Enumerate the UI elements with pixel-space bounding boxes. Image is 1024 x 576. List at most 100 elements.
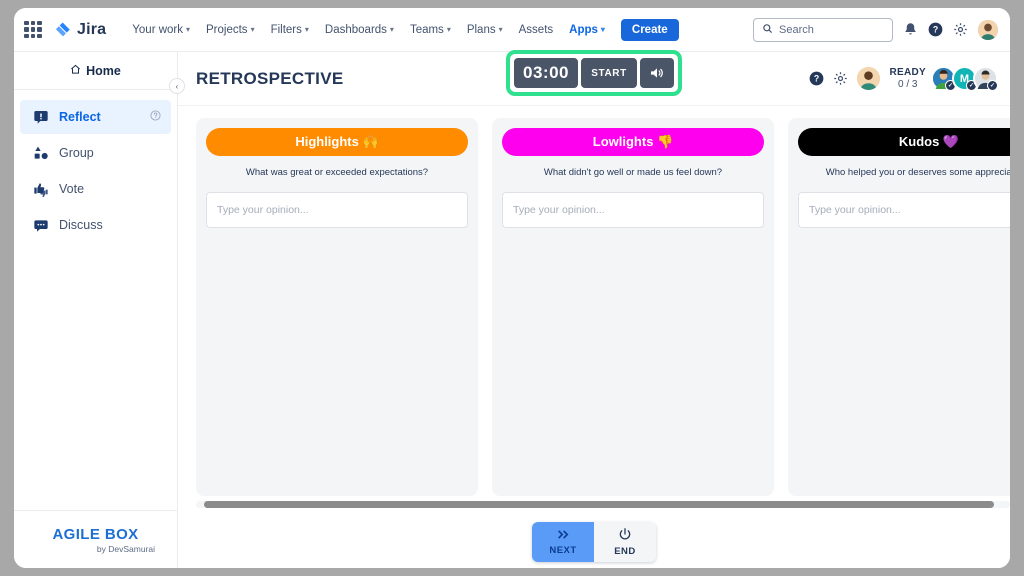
svg-text:?: ? xyxy=(933,25,938,35)
group-icon xyxy=(32,145,49,162)
sidebar-item-group[interactable]: Group xyxy=(20,136,171,170)
opinion-input-highlights[interactable]: Type your opinion... xyxy=(206,192,468,228)
retro-column-highlights: Highlights 🙌 What was great or exceeded … xyxy=(196,118,478,496)
sidebar-item-label: Discuss xyxy=(59,218,103,232)
jira-logo[interactable]: Jira xyxy=(54,21,106,39)
horizontal-scrollbar[interactable] xyxy=(196,498,1010,510)
timer-control-highlight: 03:00 START xyxy=(506,50,682,96)
notification-bell-icon[interactable] xyxy=(903,22,918,37)
sidebar-nav-list: Reflect Group Vote Discuss xyxy=(14,90,177,244)
app-body: Home ‹ Reflect Group Vote Discuss AGILE … xyxy=(14,50,1010,568)
retro-footer: NEXT END xyxy=(178,516,1010,568)
timer-control-group: 03:00 START xyxy=(514,58,674,88)
search-icon xyxy=(762,21,773,39)
page-title: RETROSPECTIVE xyxy=(196,68,344,88)
nav-label: Plans xyxy=(466,23,496,36)
home-label: Home xyxy=(86,63,121,78)
participant-avatar-3[interactable]: ✓ xyxy=(973,66,998,91)
reflect-icon xyxy=(32,109,49,126)
sidebar-item-label: Group xyxy=(59,146,94,160)
home-icon xyxy=(70,64,81,78)
column-header-highlights[interactable]: Highlights 🙌 xyxy=(206,128,468,156)
retro-header: RETROSPECTIVE 03:00 START ? READY 0 / 3 … xyxy=(178,50,1010,106)
chevron-down-icon: ▾ xyxy=(250,25,255,34)
top-navigation-bar: Jira Your work ▾ Projects ▾ Filters ▾ Da… xyxy=(14,8,1010,52)
nav-label: Apps xyxy=(569,23,598,36)
nav-item-your-work[interactable]: Your work ▾ xyxy=(124,19,198,41)
scrollbar-thumb[interactable] xyxy=(204,500,994,508)
svg-text:?: ? xyxy=(814,74,819,84)
power-icon xyxy=(618,527,632,544)
nav-item-dashboards[interactable]: Dashboards ▾ xyxy=(317,19,402,41)
opinion-input-kudos[interactable]: Type your opinion... xyxy=(798,192,1010,228)
ready-status: READY 0 / 3 xyxy=(889,67,926,90)
settings-gear-icon[interactable] xyxy=(953,22,968,37)
footer-button-group: NEXT END xyxy=(532,522,656,562)
jira-mark-icon xyxy=(54,21,72,39)
nav-label: Your work xyxy=(132,23,183,36)
search-placeholder: Search xyxy=(779,23,814,36)
sidebar-item-label: Reflect xyxy=(59,110,101,124)
help-icon[interactable]: ? xyxy=(928,22,943,37)
timer-display[interactable]: 03:00 xyxy=(514,58,578,88)
ready-label: READY xyxy=(889,67,926,78)
top-nav-right-group: Search ? xyxy=(753,17,998,42)
nav-item-plans[interactable]: Plans ▾ xyxy=(459,19,511,41)
app-window: Jira Your work ▾ Projects ▾ Filters ▾ Da… xyxy=(14,8,1010,568)
column-subtitle: What didn't go well or made us feel down… xyxy=(543,167,723,178)
create-button[interactable]: Create xyxy=(620,18,679,41)
sidebar: Home ‹ Reflect Group Vote Discuss AGILE … xyxy=(14,52,185,568)
header-right-group: ? READY 0 / 3 ✓ M ✓ ✓ xyxy=(809,66,998,91)
discuss-icon xyxy=(32,217,49,234)
nav-label: Filters xyxy=(270,23,302,36)
chevron-down-icon: ▾ xyxy=(389,25,394,34)
nav-item-projects[interactable]: Projects ▾ xyxy=(198,19,263,41)
end-button[interactable]: END xyxy=(594,522,656,562)
retro-help-icon[interactable]: ? xyxy=(809,71,824,86)
column-header-lowlights[interactable]: Lowlights 👎 xyxy=(502,128,764,156)
jira-logo-text: Jira xyxy=(77,20,107,38)
ready-check-badge: ✓ xyxy=(987,80,998,91)
nav-item-teams[interactable]: Teams ▾ xyxy=(402,19,459,41)
nav-item-assets[interactable]: Assets xyxy=(511,19,562,41)
opinion-input-lowlights[interactable]: Type your opinion... xyxy=(502,192,764,228)
column-subtitle: What was great or exceeded expectations? xyxy=(245,167,429,178)
main-content: RETROSPECTIVE 03:00 START ? READY 0 / 3 … xyxy=(178,50,1010,568)
reflect-help-icon[interactable] xyxy=(150,110,161,124)
agile-box-brand: AGILE BOX by DevSamurai xyxy=(14,510,177,568)
nav-label: Projects xyxy=(206,23,248,36)
timer-start-button[interactable]: START xyxy=(581,58,637,88)
facilitator-avatar[interactable] xyxy=(857,67,881,90)
end-label: END xyxy=(614,546,636,557)
retro-column-kudos: Kudos 💜 Who helped you or deserves some … xyxy=(788,118,1010,496)
double-chevron-right-icon xyxy=(556,529,571,543)
vote-icon xyxy=(32,181,49,198)
sidebar-collapse-button[interactable]: ‹ xyxy=(169,78,185,94)
sidebar-item-discuss[interactable]: Discuss xyxy=(20,208,171,242)
volume-icon[interactable] xyxy=(640,58,674,88)
brand-name: AGILE BOX xyxy=(52,525,139,543)
chevron-down-icon: ▾ xyxy=(498,25,503,34)
column-subtitle: Who helped you or deserves some apprecia… xyxy=(825,167,1010,178)
sidebar-item-reflect[interactable]: Reflect xyxy=(20,100,171,134)
profile-avatar[interactable] xyxy=(978,19,998,40)
apps-grid-icon[interactable] xyxy=(24,20,42,39)
retro-settings-gear-icon[interactable] xyxy=(833,71,848,86)
nav-item-filters[interactable]: Filters ▾ xyxy=(263,19,317,41)
next-button[interactable]: NEXT xyxy=(532,522,594,562)
chevron-down-icon: ▾ xyxy=(186,25,191,34)
participant-avatars: ✓ M ✓ ✓ xyxy=(931,66,998,91)
chevron-down-icon: ▾ xyxy=(304,25,309,34)
search-input[interactable]: Search xyxy=(753,17,893,42)
chevron-down-icon: ▾ xyxy=(600,25,605,34)
nav-item-apps[interactable]: Apps ▾ xyxy=(561,19,613,41)
retro-column-lowlights: Lowlights 👎 What didn't go well or made … xyxy=(492,118,774,496)
nav-label: Dashboards xyxy=(324,23,387,36)
ready-count: 0 / 3 xyxy=(898,78,918,90)
sidebar-item-vote[interactable]: Vote xyxy=(20,172,171,206)
nav-label: Assets xyxy=(518,23,554,36)
brand-subtitle: by DevSamurai xyxy=(96,543,155,554)
sidebar-item-home[interactable]: Home xyxy=(14,52,177,90)
column-header-kudos[interactable]: Kudos 💜 xyxy=(798,128,1010,156)
sidebar-item-label: Vote xyxy=(59,182,85,196)
